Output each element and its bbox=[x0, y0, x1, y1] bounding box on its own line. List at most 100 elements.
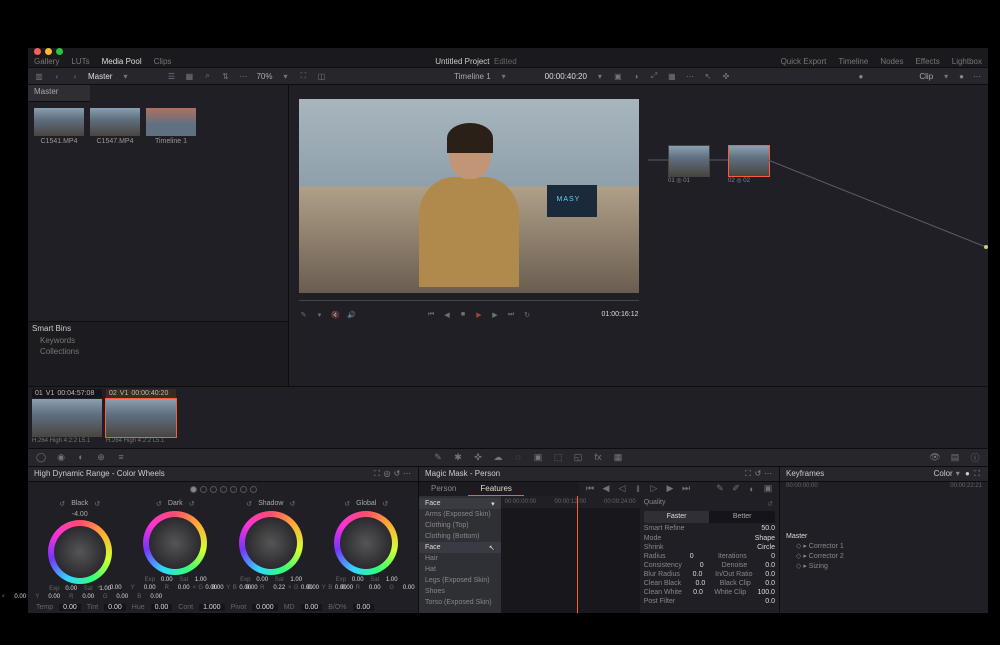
sat-value[interactable]: 1.00 bbox=[385, 577, 399, 583]
play-icon[interactable]: ▶ bbox=[474, 310, 484, 320]
more-icon[interactable]: ⋯ bbox=[972, 71, 982, 81]
exp-value[interactable]: 0.00 bbox=[255, 577, 269, 583]
chevron-down-icon[interactable]: ▾ bbox=[941, 71, 951, 81]
feature-option[interactable]: Hat bbox=[419, 564, 501, 575]
nav-clips[interactable]: Clips bbox=[154, 57, 172, 66]
feature-option[interactable]: Clothing (Bottom) bbox=[419, 531, 501, 542]
grid-icon[interactable]: ▦ bbox=[667, 71, 677, 81]
exp-value[interactable]: 0.00 bbox=[64, 586, 78, 592]
prop-value[interactable]: 0.0 bbox=[765, 580, 775, 587]
viewer-canvas[interactable] bbox=[299, 99, 639, 293]
pool-tab-master[interactable]: Master bbox=[28, 85, 90, 102]
prop-value[interactable]: 0.0 bbox=[696, 580, 706, 587]
md-value[interactable]: 0.00 bbox=[301, 604, 323, 611]
primaries-icon[interactable]: ◉ bbox=[56, 452, 66, 462]
clip-thumb[interactable]: C1541.MP4 bbox=[34, 108, 84, 145]
timeline-name[interactable]: Timeline 1 bbox=[454, 72, 491, 81]
reset-icon[interactable]: ↺ bbox=[244, 499, 254, 509]
reset-icon[interactable]: ↺ bbox=[380, 499, 390, 509]
hdr-icon[interactable]: ◐ bbox=[76, 452, 86, 462]
prop-value[interactable]: Circle bbox=[757, 544, 775, 551]
pivot-value[interactable]: 0.000 bbox=[252, 604, 278, 611]
stop-icon[interactable]: ■ bbox=[458, 310, 468, 320]
nav-lightbox[interactable]: Lightbox bbox=[952, 57, 982, 66]
more-icon[interactable]: ⋯ bbox=[238, 71, 248, 81]
prop-value[interactable]: 0.0 bbox=[693, 571, 703, 578]
prop-value[interactable]: 0 bbox=[690, 553, 694, 560]
timeline-clip[interactable]: 02V100:00:40:20 H.264 High 4:2:2 L5.1 bbox=[106, 389, 176, 444]
clip-mode[interactable]: Clip bbox=[919, 72, 933, 81]
overlay-icon[interactable]: ▣ bbox=[763, 484, 773, 494]
chevron-down-icon[interactable]: ▾ bbox=[280, 71, 290, 81]
target-icon[interactable]: ◎ bbox=[382, 469, 392, 479]
quality-toggle[interactable]: FasterBetter bbox=[644, 511, 775, 523]
mute-icon[interactable]: 🔇 bbox=[331, 310, 341, 320]
next-frame-icon[interactable]: ▶ bbox=[490, 310, 500, 320]
exp-value[interactable]: 0.00 bbox=[160, 577, 174, 583]
kf-mode[interactable]: Color bbox=[934, 469, 953, 478]
sizing-icon[interactable]: ⬚ bbox=[553, 452, 563, 462]
prop-value[interactable]: 100.0 bbox=[757, 589, 775, 596]
window-icon[interactable]: ✱ bbox=[453, 452, 463, 462]
reset-icon[interactable]: ↺ bbox=[92, 499, 102, 509]
keyframe-icon[interactable]: ▦ bbox=[613, 452, 623, 462]
eye-icon[interactable]: 👁 bbox=[930, 452, 940, 462]
feature-option[interactable]: Legs (Exposed Skin) bbox=[419, 575, 501, 586]
sidebar-icon[interactable]: ▥ bbox=[34, 71, 44, 81]
quality-better[interactable]: Better bbox=[709, 511, 775, 523]
nav-mediapool[interactable]: Media Pool bbox=[102, 57, 142, 66]
reset-icon[interactable]: ↺ bbox=[765, 499, 775, 509]
scrubber[interactable] bbox=[299, 297, 639, 303]
invert-icon[interactable]: ◐ bbox=[747, 484, 757, 494]
expand-icon[interactable]: ⛶ bbox=[972, 469, 982, 479]
sat-value[interactable]: 1.00 bbox=[289, 577, 303, 583]
prop-value[interactable]: 0 bbox=[700, 562, 704, 569]
qualifier-icon[interactable]: ✎ bbox=[433, 452, 443, 462]
nav-quickexport[interactable]: Quick Export bbox=[781, 57, 827, 66]
hue-value[interactable]: 0.00 bbox=[151, 604, 173, 611]
prop-value[interactable]: Shape bbox=[755, 535, 775, 542]
reset-icon[interactable]: ↺ bbox=[287, 499, 297, 509]
reset-icon[interactable]: ↺ bbox=[392, 469, 402, 479]
chevron-down-icon[interactable]: ▾ bbox=[953, 469, 963, 479]
nav-nodes[interactable]: Nodes bbox=[880, 57, 903, 66]
color-wheel-global[interactable]: ↺Global↺ Exp0.00Sat1.00 ×0.00Y0.00R0.00G… bbox=[323, 499, 409, 600]
bo-value[interactable]: 0.00 bbox=[353, 604, 375, 611]
node-graph[interactable]: 01 ◎ 01 02 ◎ 02 bbox=[648, 85, 988, 386]
more-icon[interactable]: ⋯ bbox=[685, 71, 695, 81]
tab-features[interactable]: Features bbox=[468, 482, 524, 496]
prop-value[interactable]: 0.0 bbox=[765, 571, 775, 578]
search-icon[interactable]: ⌕ bbox=[202, 71, 212, 81]
feature-option[interactable]: Hair bbox=[419, 553, 501, 564]
minimize-button[interactable] bbox=[45, 48, 52, 55]
scopes-icon[interactable]: ▤ bbox=[950, 452, 960, 462]
more-icon[interactable]: ⋯ bbox=[763, 469, 773, 479]
loop-icon[interactable]: ↻ bbox=[522, 310, 532, 320]
kf-master[interactable]: Master bbox=[786, 532, 856, 541]
feature-option[interactable]: Arms (Exposed Skin) bbox=[419, 509, 501, 520]
nav-effects[interactable]: Effects bbox=[915, 57, 939, 66]
tracker-icon[interactable]: ✜ bbox=[473, 452, 483, 462]
key-icon[interactable]: ▣ bbox=[533, 452, 543, 462]
pointer-icon[interactable]: ↖ bbox=[703, 71, 713, 81]
close-button[interactable] bbox=[34, 48, 41, 55]
reset-icon[interactable]: ↺ bbox=[154, 499, 164, 509]
nav-gallery[interactable]: Gallery bbox=[34, 57, 59, 66]
chevron-down-icon[interactable]: ▾ bbox=[315, 310, 325, 320]
zoom-level[interactable]: 70% bbox=[256, 72, 272, 81]
feature-option[interactable]: Clothing (Top) bbox=[419, 520, 501, 531]
list-view-icon[interactable]: ☰ bbox=[166, 71, 176, 81]
split-icon[interactable]: ◫ bbox=[316, 71, 326, 81]
first-icon[interactable]: ⏮ bbox=[585, 484, 595, 494]
prev-icon[interactable]: ◀ bbox=[601, 484, 611, 494]
feature-option[interactable]: Torso (Exposed Skin) bbox=[419, 597, 501, 608]
quality-faster[interactable]: Faster bbox=[644, 511, 710, 523]
3d-icon[interactable]: ◱ bbox=[573, 452, 583, 462]
expand-icon[interactable]: ⛶ bbox=[372, 469, 382, 479]
temp-value[interactable]: 0.00 bbox=[59, 604, 81, 611]
expand-icon[interactable]: ⛶ bbox=[743, 469, 753, 479]
zoom-icon[interactable]: ⊕ bbox=[96, 452, 106, 462]
stroke-add-icon[interactable]: ✎ bbox=[715, 484, 725, 494]
fx-icon[interactable]: fx bbox=[593, 452, 603, 462]
fit-icon[interactable]: ⛶ bbox=[298, 71, 308, 81]
